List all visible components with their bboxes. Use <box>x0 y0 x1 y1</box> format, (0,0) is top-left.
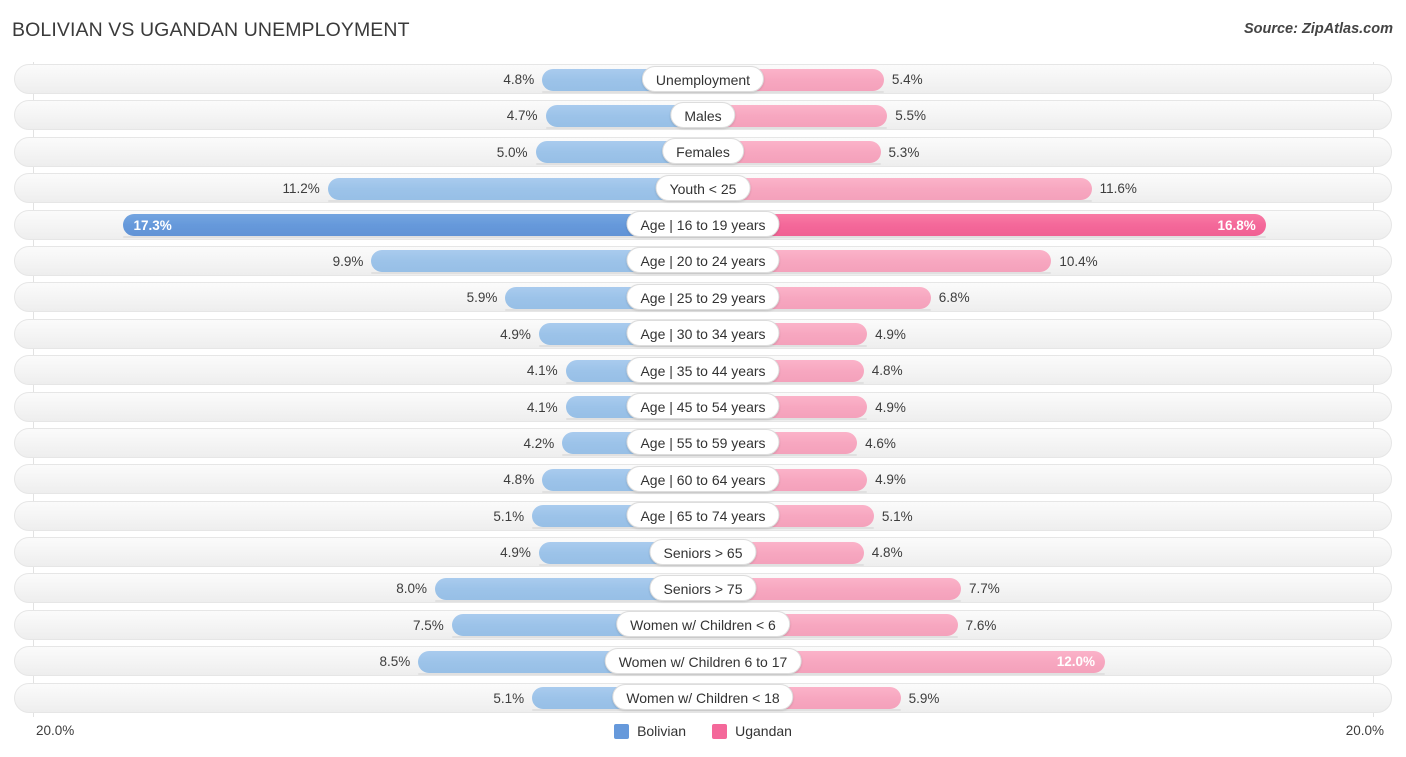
chart-footer: 20.0% 20.0% Bolivian Ugandan <box>12 717 1394 757</box>
legend-label: Bolivian <box>637 723 687 739</box>
value-label-bolivian: 4.8% <box>503 72 535 87</box>
row-label-pill: Seniors > 65 <box>649 538 757 565</box>
row-label-pill: Age | 35 to 44 years <box>626 356 780 383</box>
legend-item-bolivian[interactable]: Bolivian <box>614 723 686 739</box>
row-label-pill: Youth < 25 <box>655 174 751 201</box>
table-row: 5.1% 5.9% Women w/ Children < 18 <box>12 681 1394 717</box>
value-label-bolivian: 8.5% <box>379 654 411 670</box>
table-row: 4.1% 4.9% Age | 45 to 54 years <box>12 390 1394 426</box>
bar-bolivian <box>123 214 703 239</box>
value-label-bolivian: 4.1% <box>526 363 558 379</box>
table-row: 4.8% 4.9% Age | 60 to 64 years <box>12 462 1394 498</box>
value-label-bolivian: 5.1% <box>493 690 525 706</box>
chart-header: BOLIVIAN VS UGANDAN UNEMPLOYMENT Source:… <box>0 0 1406 62</box>
row-label-pill: Age | 65 to 74 years <box>626 502 780 529</box>
value-label-ugandan: 12.0% <box>1056 654 1095 670</box>
table-row: 11.2% 11.6% Youth < 25 <box>12 171 1394 207</box>
value-label-bolivian: 5.0% <box>496 144 528 160</box>
row-label-pill: Women w/ Children 6 to 17 <box>604 647 802 674</box>
value-label-ugandan: 5.4% <box>891 72 923 87</box>
chart-legend: Bolivian Ugandan <box>12 723 1394 739</box>
row-label-pill: Males <box>670 101 736 128</box>
row-label-pill: Age | 55 to 59 years <box>626 429 780 456</box>
value-label-ugandan: 5.3% <box>888 144 920 160</box>
table-row: 8.5% 12.0% Women w/ Children 6 to 17 <box>12 644 1394 680</box>
row-label-pill: Women w/ Children < 6 <box>616 611 790 638</box>
table-row: 5.9% 6.8% Age | 25 to 29 years <box>12 280 1394 316</box>
legend-item-ugandan[interactable]: Ugandan <box>712 723 792 739</box>
value-label-bolivian: 11.2% <box>282 181 320 197</box>
value-label-bolivian: 5.9% <box>466 290 498 306</box>
value-label-bolivian: 4.9% <box>500 545 531 561</box>
table-row: 4.7% 5.5% Males <box>12 98 1394 134</box>
chart-page: BOLIVIAN VS UGANDAN UNEMPLOYMENT Source:… <box>0 0 1406 757</box>
bar-bolivian <box>327 177 704 202</box>
value-label-ugandan: 5.5% <box>895 108 927 124</box>
table-row: 5.0% 5.3% Females <box>12 135 1394 171</box>
table-row: 4.2% 4.6% Age | 55 to 59 years <box>12 426 1394 462</box>
value-label-bolivian: 17.3% <box>133 217 172 233</box>
value-label-ugandan: 4.9% <box>875 472 906 488</box>
legend-label: Ugandan <box>735 723 792 739</box>
table-row: 9.9% 10.4% Age | 20 to 24 years <box>12 244 1394 280</box>
legend-swatch-icon <box>712 723 728 739</box>
value-label-ugandan: 16.8% <box>1217 217 1256 233</box>
value-label-ugandan: 10.4% <box>1059 253 1098 269</box>
value-label-ugandan: 4.8% <box>871 545 903 561</box>
value-label-ugandan: 5.9% <box>908 690 940 706</box>
value-label-ugandan: 4.9% <box>875 326 906 342</box>
value-label-ugandan: 6.8% <box>938 290 970 306</box>
plot-area: 4.8% 5.4% Unemployment 4.7% 5.5% Males 5.0% 5.3… <box>12 62 1394 717</box>
row-label-pill: Age | 60 to 64 years <box>626 465 780 492</box>
legend-swatch-icon <box>614 723 630 739</box>
value-label-bolivian: 4.2% <box>523 435 555 451</box>
value-label-bolivian: 4.1% <box>526 399 558 415</box>
table-row: 4.9% 4.8% Seniors > 65 <box>12 535 1394 571</box>
bar-ugandan <box>703 214 1266 239</box>
table-row: 4.9% 4.9% Age | 30 to 34 years <box>12 317 1394 353</box>
source-attribution: Source: ZipAtlas.com <box>1243 21 1393 37</box>
value-label-bolivian: 4.9% <box>500 326 531 342</box>
value-label-ugandan: 4.6% <box>865 435 896 451</box>
value-label-ugandan: 7.7% <box>968 581 1000 597</box>
row-label-pill: Age | 30 to 34 years <box>626 320 780 347</box>
table-row: 4.1% 4.8% Age | 35 to 44 years <box>12 353 1394 389</box>
table-row: 17.3% 16.8% Age | 16 to 19 years <box>12 208 1394 244</box>
table-row: 7.5% 7.6% Women w/ Children < 6 <box>12 608 1394 644</box>
value-label-bolivian: 4.7% <box>506 108 538 124</box>
row-label-pill: Females <box>662 138 744 165</box>
value-label-bolivian: 9.9% <box>332 253 364 269</box>
table-row: 8.0% 7.7% Seniors > 75 <box>12 571 1394 607</box>
bar-ugandan <box>703 177 1092 202</box>
value-label-bolivian: 5.1% <box>493 508 525 524</box>
row-label-pill: Women w/ Children < 18 <box>612 684 794 711</box>
row-label-pill: Age | 45 to 54 years <box>626 393 780 420</box>
table-row: 4.8% 5.4% Unemployment <box>12 62 1394 98</box>
value-label-ugandan: 11.6% <box>1099 181 1137 197</box>
row-label-pill: Age | 25 to 29 years <box>626 283 780 310</box>
bar-rows: 4.8% 5.4% Unemployment 4.7% 5.5% Males 5.0% 5.3… <box>12 62 1394 717</box>
row-label-pill: Age | 16 to 19 years <box>626 211 780 238</box>
value-label-bolivian: 7.5% <box>412 617 444 633</box>
row-label-pill: Unemployment <box>641 65 765 92</box>
value-label-ugandan: 5.1% <box>881 508 913 524</box>
value-label-ugandan: 7.6% <box>965 617 997 633</box>
row-label-pill: Age | 20 to 24 years <box>626 247 780 274</box>
value-label-ugandan: 4.8% <box>871 363 903 379</box>
value-label-ugandan: 4.9% <box>875 399 906 415</box>
table-row: 5.1% 5.1% Age | 65 to 74 years <box>12 499 1394 535</box>
row-label-pill: Seniors > 75 <box>649 574 757 601</box>
value-label-bolivian: 8.0% <box>396 581 427 597</box>
value-label-bolivian: 4.8% <box>503 472 535 488</box>
page-title: BOLIVIAN VS UGANDAN UNEMPLOYMENT <box>12 19 410 41</box>
